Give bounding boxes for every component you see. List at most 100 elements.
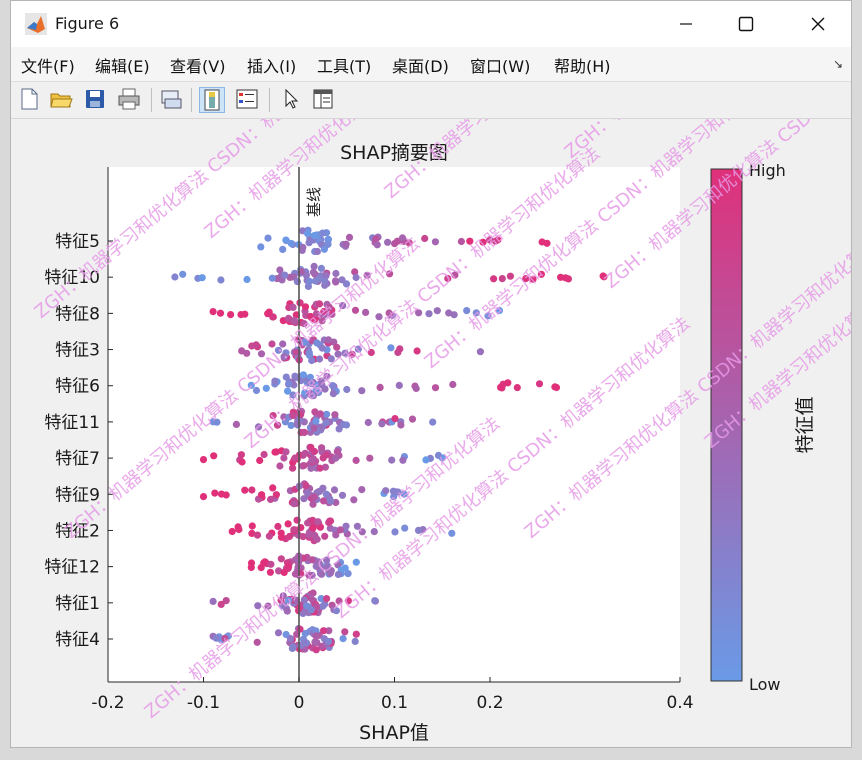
x-tick-label: 0.1 [381, 693, 408, 713]
shap-point [199, 456, 208, 464]
shap-point [253, 531, 262, 539]
shap-point [257, 564, 265, 572]
shap-point [391, 415, 399, 423]
y-tick-label: 特征5 [55, 232, 100, 252]
shap-point [285, 532, 294, 541]
shap-point [264, 310, 272, 318]
shap-point [342, 240, 350, 248]
maximize-button[interactable] [723, 9, 769, 39]
shap-point [551, 383, 559, 391]
shap-point [287, 239, 295, 248]
shap-point [232, 420, 240, 428]
menu-overflow-arrow[interactable]: ↘ [833, 57, 843, 71]
shap-point [179, 270, 187, 278]
maximize-icon [738, 16, 754, 32]
shap-point [332, 269, 340, 278]
shap-point [425, 310, 433, 318]
link-plot-button[interactable] [159, 87, 185, 113]
shap-point [433, 307, 441, 315]
print-button[interactable] [117, 87, 143, 113]
shap-point [318, 344, 326, 352]
link-plot-icon [161, 90, 182, 109]
minimize-button[interactable] [663, 9, 709, 39]
property-inspector-icon [313, 89, 333, 109]
shap-point [331, 277, 340, 285]
shap-point [564, 275, 573, 283]
property-inspector-button[interactable] [311, 87, 337, 113]
shap-point [431, 238, 439, 246]
menu-insert[interactable]: 插入(I) [247, 53, 296, 77]
shap-point [309, 500, 317, 508]
shap-point [329, 390, 337, 398]
shap-point [431, 384, 440, 392]
shap-point [238, 458, 246, 466]
shap-point [266, 568, 274, 576]
save-button[interactable] [83, 87, 109, 113]
shap-point [284, 387, 292, 395]
x-tick-label: 0.2 [476, 693, 503, 713]
shap-point [315, 355, 324, 363]
shap-point [332, 454, 340, 462]
window-title: Figure 6 [55, 14, 120, 33]
shap-point [352, 456, 360, 464]
shap-point [271, 377, 279, 385]
insert-legend-button[interactable] [235, 87, 261, 113]
shap-point [388, 456, 396, 464]
shap-point [300, 428, 308, 436]
shap-summary-plot: 基线 -0.2 -0.1 0 0.1 0.2 0.4 特征5特征10特征8特征3特征6特征… [31, 0, 862, 744]
menu-window[interactable]: 窗口(W) [470, 53, 530, 77]
shap-point [331, 411, 339, 419]
shap-point [316, 464, 324, 472]
x-tick-label: -0.2 [91, 693, 124, 713]
menu-bar: 文件(F) 编辑(E) 查看(V) 插入(I) 工具(T) 桌面(D) 窗口(W… [11, 47, 851, 82]
menu-view[interactable]: 查看(V) [170, 53, 225, 77]
y-tick-label: 特征12 [44, 558, 100, 578]
menu-desktop[interactable]: 桌面(D) [392, 53, 449, 77]
shap-point [322, 419, 330, 427]
y-tick-label: 特征7 [55, 449, 100, 469]
menu-edit[interactable]: 编辑(E) [95, 53, 150, 77]
shap-point [330, 486, 339, 494]
shap-point [497, 383, 505, 391]
shap-point [312, 417, 320, 425]
new-figure-button[interactable] [17, 87, 43, 113]
shap-point [445, 309, 453, 317]
shap-point [305, 239, 313, 247]
shap-point [324, 240, 332, 248]
pointer-button[interactable] [279, 87, 305, 113]
shap-point [313, 247, 321, 256]
shap-point [351, 637, 359, 646]
shap-point [300, 462, 308, 470]
shap-point [286, 634, 294, 643]
shap-point [320, 497, 328, 505]
minimize-icon [680, 23, 692, 25]
shap-point [237, 311, 245, 319]
shap-point [248, 522, 256, 530]
shap-point [341, 564, 349, 572]
shap-point [345, 233, 354, 241]
shap-point [299, 243, 307, 251]
shap-point [364, 418, 372, 427]
baseline-label: 基线 [305, 187, 323, 217]
shap-point [350, 496, 358, 504]
menu-tools[interactable]: 工具(T) [317, 53, 371, 77]
menu-help[interactable]: 帮助(H) [554, 53, 611, 77]
open-file-button[interactable] [49, 87, 75, 113]
insert-colorbar-button[interactable] [199, 87, 225, 113]
shap-point [310, 232, 318, 240]
shap-point [296, 299, 304, 307]
shap-point [457, 237, 465, 246]
toolbar-separator [151, 88, 152, 112]
shap-point [362, 308, 370, 316]
figure-canvas: 基线 -0.2 -0.1 0 0.1 0.2 0.4 特征5 特征10 特征8 特征3 特征6 特征… [11, 0, 862, 747]
shap-point [333, 343, 341, 351]
menu-file[interactable]: 文件(F) [21, 53, 75, 77]
y-tick-label: 特征1 [55, 594, 100, 614]
shap-point [358, 486, 366, 494]
shap-point [227, 311, 235, 319]
close-button[interactable] [795, 9, 841, 39]
shap-point [253, 638, 261, 646]
shap-point [243, 275, 251, 284]
shap-point [243, 349, 251, 357]
shap-point [429, 418, 437, 426]
